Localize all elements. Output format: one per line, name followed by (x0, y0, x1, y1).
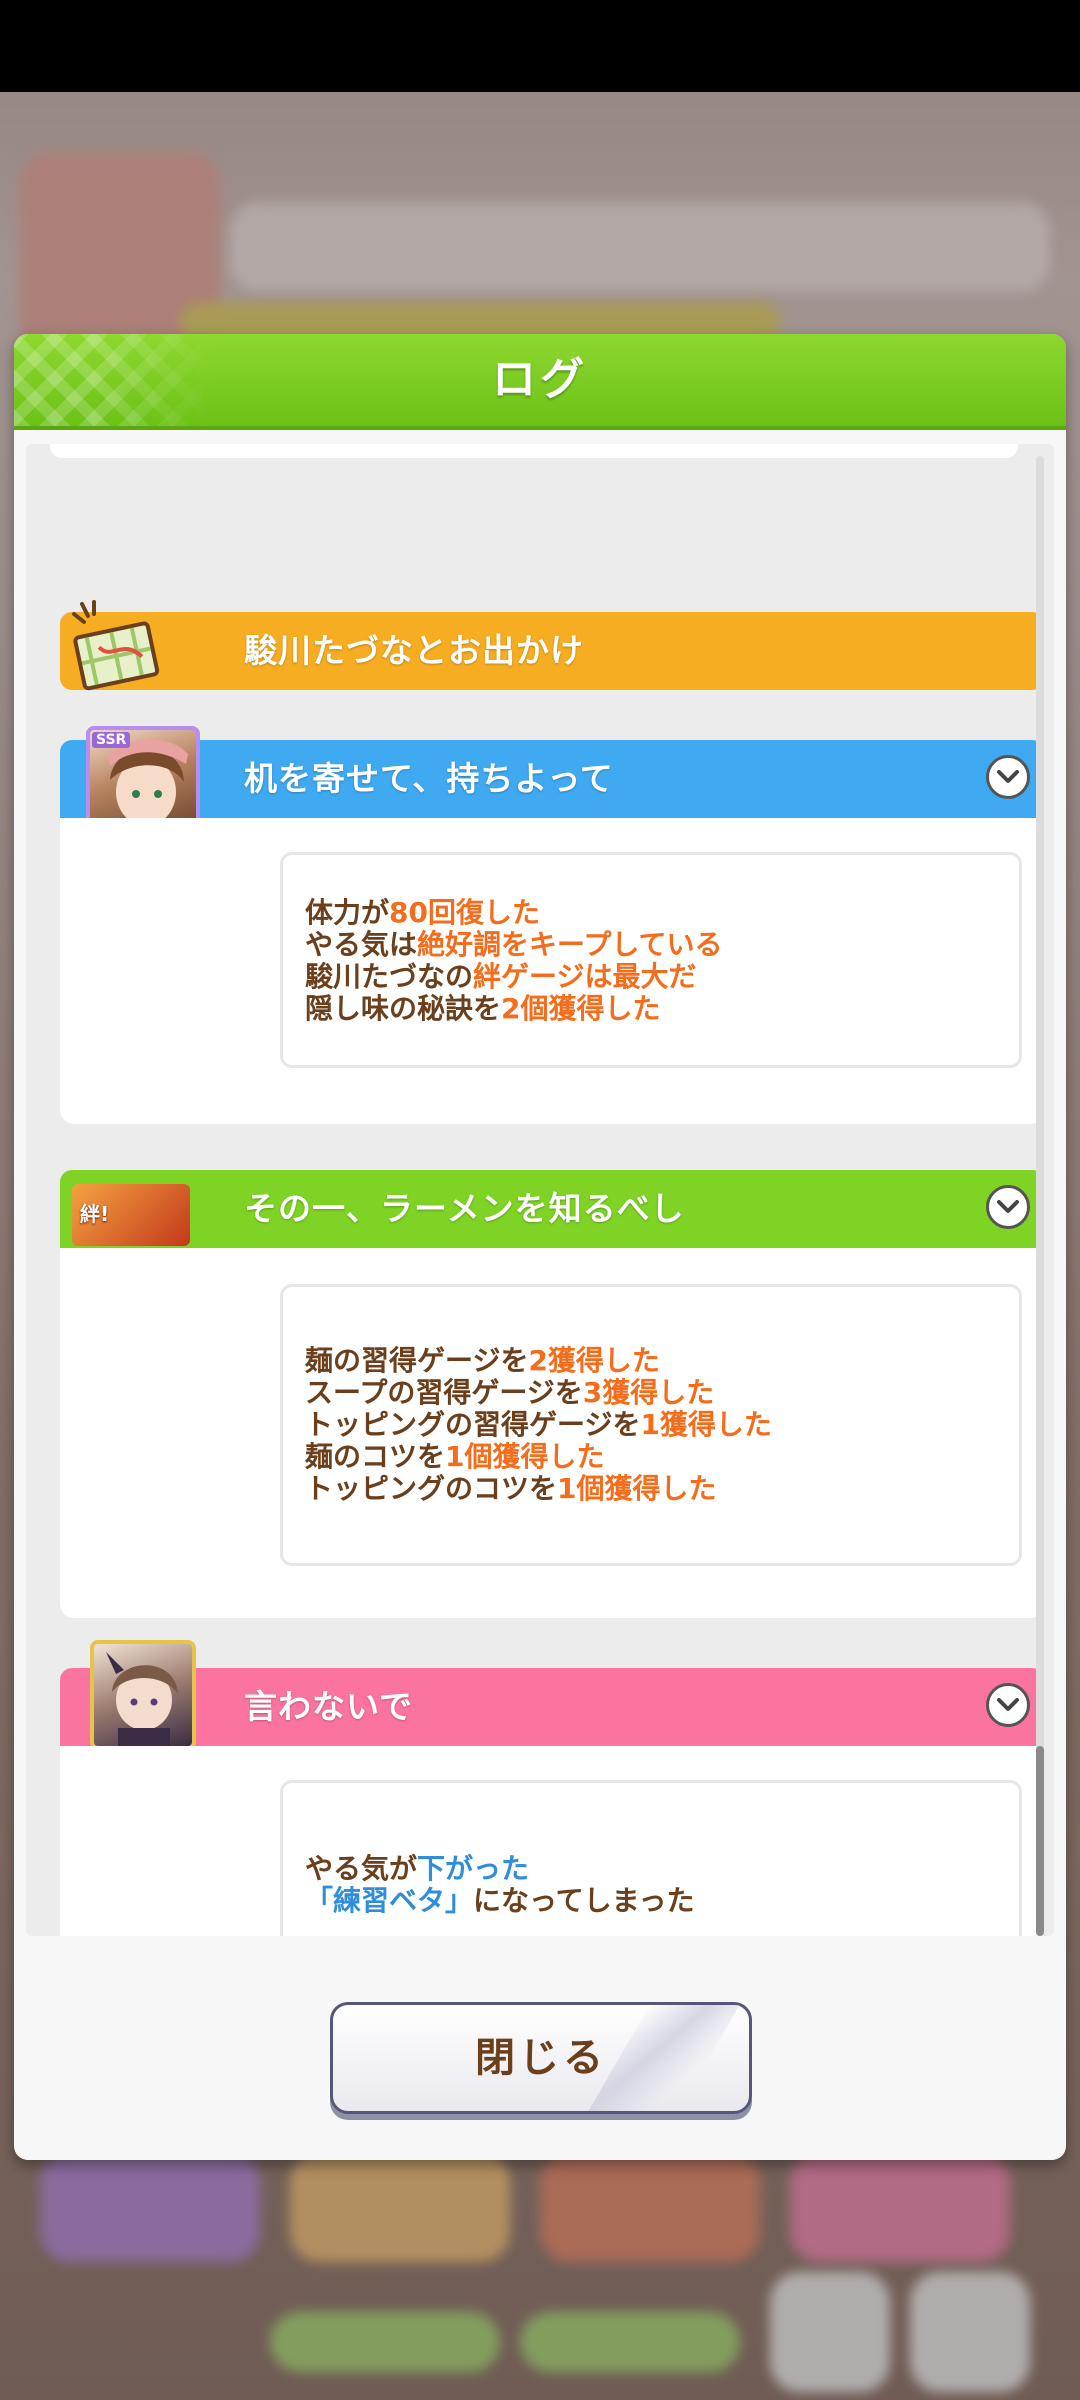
effect-line: 「練習ベタ」になってしまった (305, 1884, 695, 1917)
event-bar-dont-say[interactable]: 言わないで (60, 1668, 1044, 1746)
chevron-down-icon[interactable] (986, 1683, 1030, 1727)
character-portrait (90, 1640, 196, 1750)
event-title: 言わないで (244, 1687, 414, 1726)
character-face-icon (106, 1652, 178, 1746)
effect-box: 体力が80回復した やる気は絶好調をキープしている 駿川たづなの絆ゲージは最大だ… (280, 852, 1022, 1068)
event-bar-outing: 駿川たづなとお出かけ (60, 612, 1044, 690)
effect-line: 隠し味の秘訣を2個獲得した (305, 992, 661, 1025)
effect-box: やる気が下がった 「練習ベタ」になってしまった (280, 1780, 1022, 1936)
effect-list: 麺の習得ゲージを2獲得した スープの習得ゲージを3獲得した トッピングの習得ゲー… (305, 1345, 772, 1505)
ssr-badge: SSR (92, 732, 131, 748)
event-bar-desk[interactable]: 机を寄せて、持ちよって (60, 740, 1044, 818)
scenario-event-icon: 絆! (72, 1184, 190, 1246)
effect-line: 駿川たづなの絆ゲージは最大だ (305, 960, 697, 993)
scrollbar[interactable] (1036, 456, 1044, 1936)
dialog-header: ログ (14, 334, 1066, 430)
log-scroll-area[interactable]: 駿川たづなとお出かけ 机を寄せて、持ちよって SSR 体力が80回復した やる気… (26, 444, 1054, 1936)
chevron-down-icon[interactable] (986, 1185, 1030, 1229)
close-button-label: 閉じる (475, 2035, 607, 2081)
effect-list: 体力が80回復した やる気は絶好調をキープしている 駿川たづなの絆ゲージは最大だ… (305, 897, 723, 1025)
effect-line: 麺のコツを1個獲得した (305, 1440, 605, 1473)
effect-line: スープの習得ゲージを3獲得した (305, 1376, 715, 1409)
chevron-down-icon[interactable] (986, 755, 1030, 799)
effect-line: 体力が80回復した (305, 896, 540, 929)
effect-line: やる気が下がった (305, 1852, 530, 1885)
effect-box: 麺の習得ゲージを2獲得した スープの習得ゲージを3獲得した トッピングの習得ゲー… (280, 1284, 1022, 1566)
scenario-logo-mark: 絆! (80, 1202, 110, 1226)
dialog-title: ログ (492, 354, 588, 405)
event-card: やる気が下がった 「練習ベタ」になってしまった (60, 1746, 1044, 1936)
event-title: 机を寄せて、持ちよって (244, 759, 614, 798)
event-card: 体力が80回復した やる気は絶好調をキープしている 駿川たづなの絆ゲージは最大だ… (60, 818, 1044, 1124)
scrollbar-thumb[interactable] (1036, 1746, 1044, 1936)
effect-line: トッピングのコツを1個獲得した (305, 1472, 717, 1505)
effect-line: 麺の習得ゲージを2獲得した (305, 1344, 660, 1377)
effect-line: やる気は絶好調をキープしている (305, 928, 723, 961)
log-dialog: ログ 駿川たづなとお出かけ 机を寄せて、持ちよって SSR 体力が80回復した … (14, 334, 1066, 2160)
event-title: 駿川たづなとお出かけ (244, 631, 584, 670)
event-bar-ramen[interactable]: その一、ラーメンを知るべし (60, 1170, 1044, 1248)
map-icon (72, 600, 160, 691)
event-title: その一、ラーメンを知るべし (244, 1189, 685, 1228)
effect-line: トッピングの習得ゲージを1獲得した (305, 1408, 772, 1441)
close-button[interactable]: 閉じる (330, 2002, 752, 2114)
previous-card-edge (50, 444, 1018, 458)
event-card: 麺の習得ゲージを2獲得した スープの習得ゲージを3獲得した トッピングの習得ゲー… (60, 1248, 1044, 1618)
effect-list: やる気が下がった 「練習ベタ」になってしまった (305, 1853, 695, 1917)
